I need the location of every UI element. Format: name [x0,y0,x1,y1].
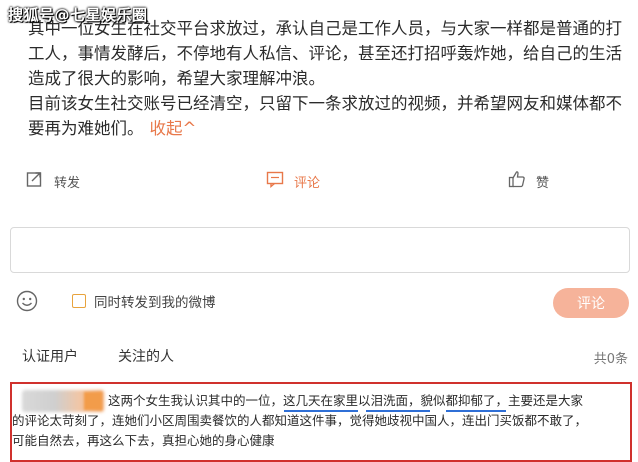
repost-checkbox-label: 同时转发到我的微博 [94,295,216,311]
repost-checkbox[interactable] [72,294,86,308]
post-body: 其中一位女生在社交平台求放过，承认自己是工作人员，与大家一样都是普通的打工人，事… [28,16,628,141]
comment-label: 评论 [294,175,321,191]
post-paragraph-2: 目前该女生社交账号已经清空，只留下一条求放过的视频，并希望网友和媒体都不要再为难… [28,91,628,141]
watermark: 搜狐号@七星娱乐圈 [8,6,148,24]
like-label: 赞 [536,175,550,191]
repost-button[interactable]: 转发 [26,170,80,192]
tab-followed-people[interactable]: 关注的人 [118,346,174,366]
tab-verified-users[interactable]: 认证用户 [22,346,78,366]
post-paragraph-1: 其中一位女生在社交平台求放过，承认自己是工作人员，与大家一样都是普通的打工人，事… [28,19,622,88]
comment-button[interactable]: 评论 [266,170,320,192]
comment-icon [266,170,284,192]
repost-icon [26,170,44,192]
comment-filter-tabs: 认证用户 关注的人 共0条 [0,346,638,368]
like-button[interactable]: 赞 [508,170,549,192]
comment-count: 共0条 [593,352,628,367]
collapse-link[interactable]: 收起^ [150,119,197,138]
submit-comment-button[interactable]: 评论 [553,288,629,318]
compose-row: 同时转发到我的微博 评论 [0,288,638,318]
comment-input[interactable] [10,227,630,273]
repost-label: 转发 [54,175,81,191]
post-paragraph-2-text: 目前该女生社交账号已经清空，只留下一条求放过的视频，并希望网友和媒体都不要再为难… [28,94,622,138]
highlight-frame [10,382,632,462]
thumbs-up-icon [508,170,526,192]
emoji-icon[interactable] [16,290,38,312]
action-bar: 转发 评论 赞 [0,170,638,192]
